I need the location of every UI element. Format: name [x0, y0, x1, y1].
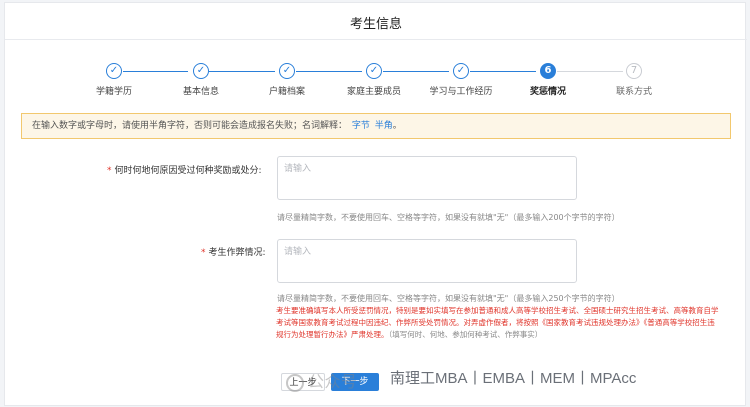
check-icon: ✓	[279, 63, 295, 79]
check-icon: ✓	[366, 63, 382, 79]
wechat-icon	[286, 373, 304, 392]
step-label: 基本信息	[182, 87, 219, 97]
required-mark: *	[107, 166, 112, 176]
step-rewards[interactable]: 6 奖惩情况	[498, 63, 598, 97]
step-education[interactable]: ✓ 学籍学历	[64, 63, 164, 97]
reward-placeholder: 请输入	[284, 164, 312, 174]
page-title: 考生信息	[349, 17, 402, 32]
step-household[interactable]: ✓ 户籍档案	[237, 63, 337, 97]
step-basic-info[interactable]: ✓ 基本信息	[151, 63, 251, 97]
cheating-placeholder: 请输入	[284, 247, 312, 257]
step-label: 家庭主要成员	[346, 87, 401, 97]
warning-note: （填写何时、何地、参加何种考试、作弊事实）	[388, 330, 543, 339]
reward-textarea[interactable]: 请输入	[277, 156, 577, 200]
watermark: 公众号·	[286, 368, 363, 392]
main-panel: 考生信息 ✓ 学籍学历 ✓ 基本信息 ✓ 户籍档案 ✓ 家庭主要成员 ✓ 学习与…	[4, 2, 747, 406]
cheating-hint: 请尽量精简字数，不要使用回车、空格等字符，如果没有就填"无"（最多输入250个字…	[277, 294, 620, 303]
check-icon: ✓	[453, 63, 469, 79]
notice-suffix: 。	[392, 121, 402, 131]
notice-banner: 在输入数字或字母时，请使用半角字符，否则可能会造成报名失败；名词解释： 字节 半…	[21, 113, 731, 139]
step-label: 联系方式	[615, 87, 652, 97]
required-mark: *	[201, 248, 206, 258]
step-number: 6	[540, 63, 556, 79]
half-width-link[interactable]: 半角	[375, 121, 393, 131]
step-study-work[interactable]: ✓ 学习与工作经历	[411, 63, 511, 97]
header-divider	[5, 39, 747, 40]
byte-link[interactable]: 字节	[352, 121, 370, 131]
cheating-textarea[interactable]: 请输入	[277, 239, 577, 283]
step-family[interactable]: ✓ 家庭主要成员	[324, 63, 424, 97]
cheating-warning: 考生要准确填写本人所受惩罚情况，特别是要如实填写在参加普通和成人高等学校招生考试…	[276, 306, 719, 339]
step-contact[interactable]: 7 联系方式	[584, 63, 684, 97]
check-icon: ✓	[106, 63, 122, 79]
step-label: 奖惩情况	[529, 87, 566, 97]
notice-text: 在输入数字或字母时，请使用半角字符，否则可能会造成报名失败；名词解释：	[32, 121, 348, 131]
reward-hint: 请尽量精简字数，不要使用回车、空格等字符，如果没有就填"无"（最多输入200个字…	[277, 213, 620, 222]
brand-watermark: 南理工MBA丨EMBA丨MEM丨MPAcc	[390, 370, 637, 387]
cheating-label: * 考生作弊情况:	[201, 248, 266, 258]
step-label: 户籍档案	[268, 87, 305, 97]
reward-label: * 何时何地何原因受过何种奖励或处分:	[107, 166, 262, 176]
check-icon: ✓	[193, 63, 209, 79]
step-label: 学习与工作经历	[429, 87, 493, 97]
step-label: 学籍学历	[95, 87, 132, 97]
step-number: 7	[626, 63, 642, 79]
